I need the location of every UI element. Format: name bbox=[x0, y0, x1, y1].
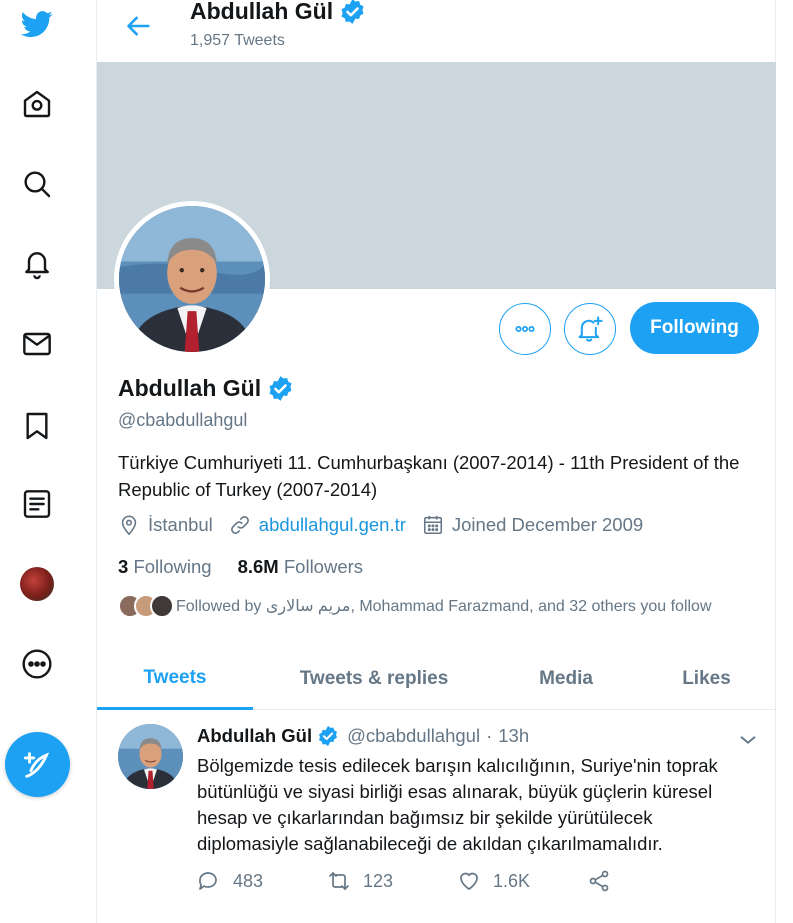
tweet-menu-button[interactable] bbox=[737, 729, 759, 751]
follower-avatars bbox=[118, 594, 174, 618]
retweet-count: 123 bbox=[363, 870, 394, 891]
header-name: Abdullah Gül bbox=[190, 0, 334, 24]
notifications-bell-icon[interactable] bbox=[14, 241, 60, 287]
location-pin-icon bbox=[121, 515, 137, 536]
reply-count: 483 bbox=[233, 870, 264, 891]
tab-tweets[interactable]: Tweets bbox=[97, 648, 253, 710]
header-title: Abdullah Gül bbox=[190, 0, 366, 25]
verified-badge-icon bbox=[341, 0, 364, 24]
tweet-author-name[interactable]: Abdullah Gül bbox=[197, 725, 312, 747]
more-dots-icon bbox=[515, 325, 535, 333]
profile-name: Abdullah Gül bbox=[118, 375, 262, 401]
tweet-actions: 483 123 1.6K bbox=[197, 869, 627, 893]
reply-button[interactable]: 483 bbox=[197, 869, 327, 893]
tweet-text: Bölgemizde tesis edilecek barışın kalıcı… bbox=[197, 755, 718, 854]
heart-icon bbox=[460, 872, 478, 890]
joined-date: Joined December 2009 bbox=[422, 514, 643, 536]
lists-icon[interactable] bbox=[14, 481, 60, 527]
tweet-time[interactable]: 13h bbox=[498, 725, 529, 747]
avatar[interactable] bbox=[118, 724, 183, 789]
retweet-icon bbox=[329, 872, 349, 890]
profile-column: Abdullah Gül 1,957 Tweets Following Abdu… bbox=[97, 0, 776, 923]
location-text: İstanbul bbox=[148, 514, 213, 535]
like-button[interactable]: 1.6K bbox=[457, 869, 587, 893]
tab-tweets-replies[interactable]: Tweets & replies bbox=[253, 648, 495, 710]
profile-name-row: Abdullah Gül bbox=[118, 375, 294, 402]
twitter-logo-icon[interactable] bbox=[14, 1, 60, 47]
explore-search-icon[interactable] bbox=[14, 161, 60, 207]
compose-tweet-button[interactable] bbox=[5, 732, 70, 797]
tweet-author-handle[interactable]: @cbabdullahgul bbox=[347, 725, 480, 747]
more-options-button[interactable] bbox=[499, 303, 551, 355]
profile-meta: İstanbul abdullahgul.gen.tr Joined Decem… bbox=[118, 514, 659, 536]
share-button[interactable] bbox=[587, 869, 627, 893]
following-label: Following bbox=[133, 556, 212, 577]
follow-counts: 3 Following 8.6M Followers bbox=[118, 556, 389, 578]
profile-handle: @cbabdullahgul bbox=[118, 410, 248, 430]
reply-icon bbox=[199, 872, 217, 890]
tab-likes[interactable]: Likes bbox=[637, 648, 776, 710]
following-button[interactable]: Following bbox=[630, 302, 759, 354]
calendar-icon bbox=[423, 515, 442, 535]
avatar bbox=[150, 594, 174, 618]
link-icon bbox=[230, 516, 249, 534]
share-icon bbox=[589, 870, 609, 892]
tweet-count: 1,957 Tweets bbox=[190, 32, 285, 49]
tab-media[interactable]: Media bbox=[495, 648, 637, 710]
tweet[interactable]: Abdullah Gül @cbabdullahgul · 13h Bölgem… bbox=[97, 711, 776, 923]
followers-count-link[interactable]: 8.6M Followers bbox=[238, 556, 363, 578]
verified-badge-icon bbox=[319, 725, 338, 747]
followed-by-text: Followed by مریم سالاری, Mohammad Farazm… bbox=[176, 598, 712, 615]
left-nav bbox=[0, 0, 97, 923]
compose-tweet-icon bbox=[23, 751, 49, 778]
joined-text: Joined December 2009 bbox=[451, 514, 644, 535]
following-count: 3 bbox=[118, 556, 129, 577]
followers-count: 8.6M bbox=[237, 556, 279, 577]
more-icon[interactable] bbox=[14, 641, 60, 687]
profile-bio: Türkiye Cumhuriyeti 11. Cumhurbaşkanı (2… bbox=[118, 452, 740, 500]
home-icon[interactable] bbox=[14, 81, 60, 127]
profile-tabs: Tweets Tweets & replies Media Likes bbox=[97, 648, 776, 710]
chevron-down-icon bbox=[740, 736, 756, 744]
separator-dot: · bbox=[486, 725, 493, 746]
bell-plus-icon bbox=[578, 316, 603, 342]
retweet-button[interactable]: 123 bbox=[327, 869, 457, 893]
messages-envelope-icon[interactable] bbox=[14, 321, 60, 367]
notifications-toggle-button[interactable] bbox=[564, 303, 616, 355]
bookmarks-icon[interactable] bbox=[14, 403, 60, 449]
profile-avatar[interactable] bbox=[14, 561, 60, 607]
location: İstanbul bbox=[118, 514, 213, 536]
website: abdullahgul.gen.tr bbox=[229, 514, 406, 536]
followed-by[interactable]: Followed by مریم سالاری, Mohammad Farazm… bbox=[118, 594, 712, 618]
profile-photo[interactable] bbox=[114, 201, 270, 357]
back-button[interactable] bbox=[121, 8, 157, 44]
followers-label: Followers bbox=[283, 556, 364, 577]
following-count-link[interactable]: 3 Following bbox=[118, 556, 212, 578]
like-count: 1.6K bbox=[493, 870, 531, 891]
back-arrow-icon bbox=[127, 16, 150, 36]
tweet-header: Abdullah Gül @cbabdullahgul · 13h bbox=[197, 725, 529, 747]
verified-badge-icon bbox=[269, 376, 292, 401]
website-link[interactable]: abdullahgul.gen.tr bbox=[259, 514, 406, 536]
avatar bbox=[20, 567, 54, 601]
